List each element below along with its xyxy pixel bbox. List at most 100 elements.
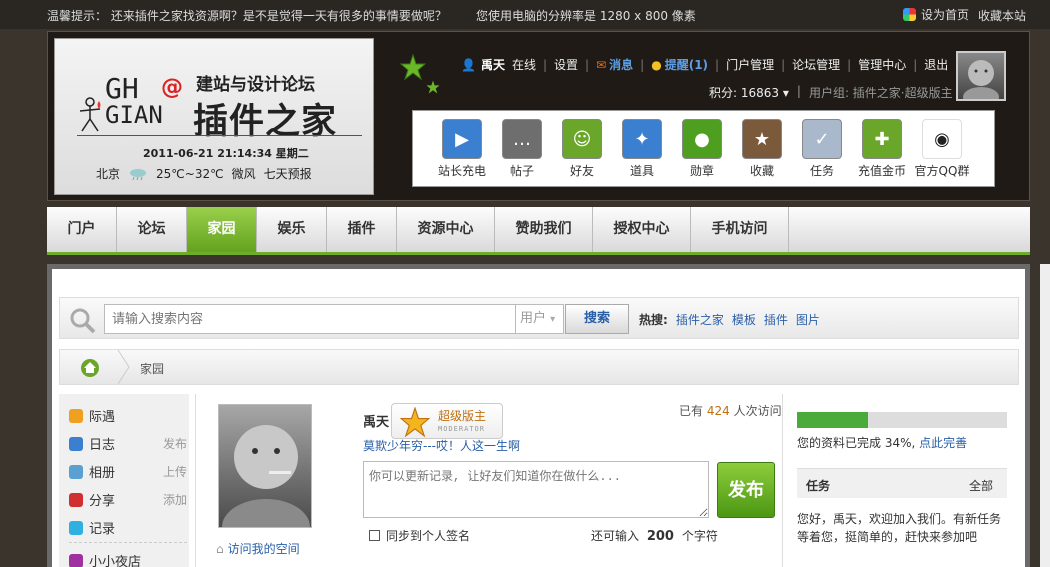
nav-item[interactable]: 娱乐 <box>257 207 327 252</box>
logo-subtitle: 建站与设计论坛 <box>196 75 315 95</box>
sidebar-item-action[interactable]: 发布 <box>163 435 187 452</box>
task-all-link[interactable]: 全部 <box>969 477 993 494</box>
sync-signature[interactable]: 同步到个人签名 <box>369 527 470 544</box>
set-home-link[interactable]: 设为首页 <box>903 6 969 23</box>
mail-icon: ✉ <box>596 57 607 72</box>
sidebar-item-label: 分享 <box>89 494 116 509</box>
score-dropdown[interactable]: 积分: 16863 ▾ <box>709 84 789 101</box>
profile-avatar[interactable] <box>218 404 312 528</box>
nav-item[interactable]: 家园 <box>187 207 257 252</box>
weather-forecast-link[interactable]: 七天预报 <box>264 165 312 182</box>
tool-label: 充值金币 <box>857 164 906 178</box>
content-frame: 用户 ▾ 搜索 热搜: 插件之家 模板 插件 图片 家园 际遇日志发布相册上传分… <box>47 264 1030 567</box>
sep: | <box>640 57 645 72</box>
breadcrumb-separator <box>118 350 130 384</box>
sidebar-item-action[interactable]: 添加 <box>163 491 187 508</box>
sidebar-item[interactable]: 际遇 <box>69 406 187 425</box>
tool-media[interactable]: ▶ 站长充电 <box>434 119 490 179</box>
sidebar-item[interactable]: 记录 <box>69 518 187 537</box>
nav-item[interactable]: 授权中心 <box>593 207 691 252</box>
nav-item[interactable]: 赞助我们 <box>495 207 593 252</box>
breadcrumb-current[interactable]: 家园 <box>140 360 164 377</box>
remain-suffix: 个字符 <box>681 529 718 543</box>
sidebar-item-icon <box>69 492 83 507</box>
settings-link[interactable]: 设置 <box>554 56 578 73</box>
tool-wand[interactable]: ✦ 道具 <box>614 119 670 179</box>
tool-label: 道具 <box>629 164 654 178</box>
wand-icon: ✦ <box>622 119 662 159</box>
media-icon: ▶ <box>442 119 482 159</box>
user-icon: 👤 <box>461 57 476 72</box>
messages-link[interactable]: 消息 <box>609 56 633 73</box>
profile-name[interactable]: 禹天 <box>363 411 389 430</box>
tool-qq[interactable]: ◉ 官方QQ群 <box>914 119 970 179</box>
tool-label: 官方QQ群 <box>914 164 970 178</box>
scrollbar[interactable] <box>1040 264 1050 567</box>
chat-icon: … <box>502 119 542 159</box>
remain-number: 200 <box>646 529 674 544</box>
main-nav: 门户 论坛 家园 娱乐 插件 资源中心 赞助我们 授权中心 手机访问 <box>47 207 1030 255</box>
weather-city: 北京 <box>96 167 121 181</box>
profile-progress-bar <box>797 412 1007 428</box>
header-avatar[interactable] <box>956 51 1006 101</box>
admin-center-link[interactable]: 管理中心 <box>858 56 906 73</box>
status-input[interactable] <box>363 461 709 518</box>
set-home-label: 设为首页 <box>921 8 970 22</box>
online-status[interactable]: 在线 <box>512 56 536 73</box>
resolution-text: 您使用电脑的分辨率是 1280 x 800 像素 <box>476 9 696 23</box>
user-name-link[interactable]: 禹天 <box>481 56 505 73</box>
progress-label: 您的资料已完成 34%, <box>797 436 920 450</box>
green-star-small-icon <box>426 80 440 94</box>
search-bar: 用户 ▾ 搜索 热搜: 插件之家 模板 插件 图片 <box>59 297 1019 339</box>
sidebar-divider <box>69 542 187 543</box>
content-inner: 用户 ▾ 搜索 热搜: 插件之家 模板 插件 图片 家园 际遇日志发布相册上传分… <box>52 269 1025 567</box>
hot-item[interactable]: 插件之家 <box>676 311 724 328</box>
nav-item[interactable]: 插件 <box>327 207 397 252</box>
visits-number: 424 <box>706 404 730 418</box>
left-sidebar: 际遇日志 发布相册 上传分享 添加记录小小夜店 <box>59 394 189 567</box>
search-button[interactable]: 搜索 <box>565 304 629 334</box>
nav-item[interactable]: 论坛 <box>117 207 187 252</box>
tool-coins[interactable]: ✚ 充值金币 <box>854 119 910 179</box>
favorite-link[interactable]: 收藏本站 <box>978 7 1026 24</box>
sep: | <box>781 57 786 72</box>
sidebar-item[interactable]: 日志 发布 <box>69 434 187 453</box>
hot-item[interactable]: 图片 <box>796 311 820 328</box>
sidebar-item[interactable]: 分享 添加 <box>69 490 187 509</box>
tool-task[interactable]: ✓ 任务 <box>794 119 850 179</box>
portal-manage-link[interactable]: 门户管理 <box>726 56 774 73</box>
tool-star[interactable]: ★ 收藏 <box>734 119 790 179</box>
reminders-link[interactable]: 提醒(1) <box>665 56 708 73</box>
search-scope-select[interactable]: 用户 ▾ <box>516 304 564 334</box>
site-logo[interactable]: GH @ GIAN 建站与设计论坛 插件之家 2011-06-21 21:14:… <box>54 38 374 195</box>
logo-divider <box>77 135 362 136</box>
sep: | <box>715 57 720 72</box>
sidebar-item[interactable]: 相册 上传 <box>69 462 187 481</box>
home-small-icon: ⌂ <box>216 541 224 556</box>
profile-motto[interactable]: 莫欺少年穷---哎！人这一生啊 <box>363 437 520 454</box>
forum-manage-link[interactable]: 论坛管理 <box>792 56 840 73</box>
nav-item[interactable]: 门户 <box>47 207 117 252</box>
home-icon[interactable] <box>80 358 100 378</box>
nav-item[interactable]: 资源中心 <box>397 207 495 252</box>
logout-link[interactable]: 退出 <box>924 56 948 73</box>
sidebar-item-label: 际遇 <box>89 410 116 425</box>
publish-button[interactable]: 发布 <box>717 462 775 518</box>
sidebar-item[interactable]: 小小夜店 <box>69 551 187 567</box>
tool-friends[interactable]: ☺ 好友 <box>554 119 610 179</box>
tool-chat[interactable]: … 帖子 <box>494 119 550 179</box>
complete-profile-link[interactable]: 点此完善 <box>919 436 967 450</box>
sidebar-item-label: 日志 <box>89 438 116 453</box>
sync-checkbox[interactable] <box>369 530 380 541</box>
nav-item[interactable]: 手机访问 <box>691 207 789 252</box>
hot-item[interactable]: 插件 <box>764 311 788 328</box>
visit-space-link[interactable]: ⌂ 访问我的空间 <box>216 540 300 557</box>
search-input[interactable] <box>104 304 516 334</box>
sidebar-item-action[interactable]: 上传 <box>163 463 187 480</box>
tool-medal[interactable]: ● 勋章 <box>674 119 730 179</box>
sep: | <box>913 57 918 72</box>
task-text: 您好，禹天，欢迎加入我们。有新任务等着您，挺简单的，赶快来参加吧 <box>797 512 1002 544</box>
hot-item[interactable]: 模板 <box>732 311 756 328</box>
search-icon <box>70 308 96 334</box>
task-header: 任务 全部 <box>797 468 1007 498</box>
